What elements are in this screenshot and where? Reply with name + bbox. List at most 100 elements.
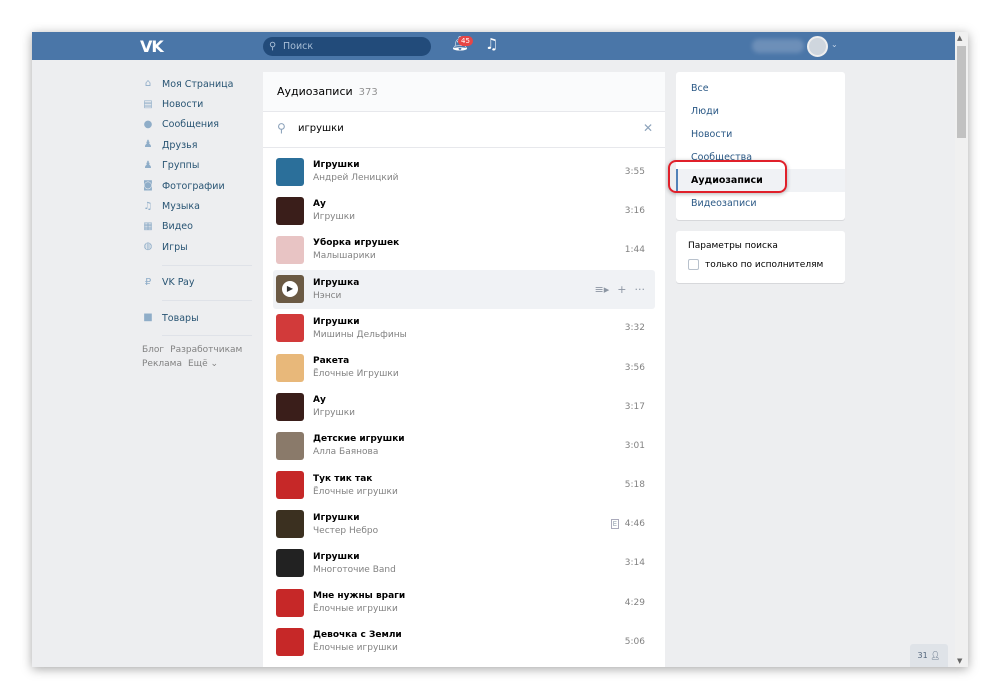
track-duration: 3:16 — [624, 205, 645, 216]
checkbox-box[interactable] — [688, 259, 699, 270]
track-artist[interactable]: Ёлочные игрушки — [313, 487, 398, 497]
nav-label: Моя Страница — [162, 78, 234, 90]
nav-item[interactable]: ◍ Игры — [142, 237, 252, 257]
track-artist[interactable]: Алла Баянова — [313, 447, 405, 457]
music-icon[interactable]: ♫ — [485, 35, 498, 53]
track-artist[interactable]: Игрушки — [313, 212, 355, 222]
scroll-up-icon[interactable]: ▲ — [957, 34, 962, 42]
link-blog[interactable]: Блог — [142, 345, 164, 355]
nav-item[interactable]: ▦ Видео — [142, 217, 252, 237]
album-cover[interactable] — [276, 235, 304, 264]
album-cover[interactable] — [276, 353, 304, 382]
nav-item[interactable]: ♫ Музыка — [142, 196, 252, 216]
track-row[interactable]: Ау Игрушки 3:16 — [273, 191, 655, 230]
track-artist[interactable]: Ёлочные игрушки — [313, 643, 402, 653]
album-cover[interactable]: ▶ — [276, 275, 304, 304]
track-duration: 1:44 — [624, 244, 645, 255]
user-name[interactable] — [752, 39, 804, 53]
track-artist[interactable]: Игрушки — [313, 408, 355, 418]
album-cover[interactable] — [276, 392, 304, 421]
track-artist[interactable]: Честер Небро — [313, 526, 378, 536]
track-title[interactable]: Уборка игрушек — [313, 238, 399, 248]
filter-tab[interactable]: Все — [676, 77, 845, 100]
scrollbar[interactable]: ▲ ▼ — [955, 32, 968, 667]
album-cover[interactable] — [276, 314, 304, 343]
only-artists-checkbox[interactable]: только по исполнителям — [688, 259, 833, 270]
scroll-down-icon[interactable]: ▼ — [957, 657, 962, 665]
search-input[interactable]: ⚲ Поиск — [263, 37, 431, 56]
track-title[interactable]: Игрушки — [313, 552, 396, 562]
track-artist[interactable]: Малышарики — [313, 251, 399, 261]
track-artist[interactable]: Мишины Дельфины — [313, 330, 407, 340]
play-next-icon[interactable]: ≡▸ — [595, 283, 610, 296]
track-row[interactable]: Игрушки Честер Небро E 4:46 — [273, 505, 655, 544]
filter-tab[interactable]: Видеозаписи — [676, 192, 845, 215]
clear-icon[interactable]: ✕ — [643, 121, 653, 135]
filter-tab[interactable]: Люди — [676, 100, 845, 123]
link-developers[interactable]: Разработчикам — [170, 345, 242, 355]
track-artist[interactable]: Андрей Леницкий — [313, 173, 399, 183]
play-icon[interactable]: ▶ — [282, 281, 298, 298]
nav-item[interactable]: ♟ Друзья — [142, 135, 252, 155]
nav-item-goods[interactable]: ■ Товары — [142, 308, 252, 328]
filter-tab[interactable]: Новости — [676, 123, 845, 146]
track-row[interactable]: ▶ Игрушка Нэнси ≡▸ + ··· — [273, 269, 655, 309]
track-artist[interactable]: Нэнси — [313, 291, 359, 301]
track-row[interactable]: Игрушки Многоточие Band 3:14 — [273, 544, 655, 583]
track-row[interactable]: Игрушки Андрей Леницкий 3:55 — [273, 152, 655, 191]
track-artist[interactable]: Ёлочные игрушки — [313, 604, 405, 614]
track-title[interactable]: Детские игрушки — [313, 434, 405, 444]
track-row[interactable]: Ау Игрушки 3:17 — [273, 387, 655, 426]
nav-item[interactable]: ● Сообщения — [142, 115, 252, 135]
album-cover[interactable] — [276, 588, 304, 617]
track-title[interactable]: Ау — [313, 395, 355, 405]
album-cover[interactable] — [276, 549, 304, 578]
track-title[interactable]: Мне нужны враги — [313, 591, 405, 601]
album-cover[interactable] — [276, 471, 304, 500]
track-artist[interactable]: Многоточие Band — [313, 565, 396, 575]
search-icon: ⚲ — [269, 41, 277, 52]
track-duration: 4:29 — [624, 597, 645, 608]
scroll-thumb[interactable] — [957, 46, 966, 138]
nav-icon: ♫ — [143, 200, 153, 212]
more-icon[interactable]: ··· — [635, 283, 646, 296]
explicit-badge: E — [610, 519, 619, 530]
track-row[interactable]: Уборка игрушек Малышарики 1:44 — [273, 230, 655, 269]
album-cover[interactable] — [276, 510, 304, 539]
nav-item[interactable]: ▤ Новости — [142, 94, 252, 114]
track-row[interactable]: Девочка с Земли Ёлочные игрушки 5:06 — [273, 622, 655, 661]
add-icon[interactable]: + — [617, 283, 626, 296]
track-list: Игрушки Андрей Леницкий 3:55 Ау Игрушки 3:… — [263, 148, 665, 665]
track-title[interactable]: Ракета — [313, 356, 399, 366]
nav-item[interactable]: ◙ Фотографии — [142, 176, 252, 196]
track-title[interactable]: Тук тик так — [313, 474, 398, 484]
audio-search-input[interactable]: ⚲ игрушки ✕ — [263, 112, 665, 148]
album-cover[interactable] — [276, 431, 304, 460]
chat-button[interactable]: 31 👤︎ — [910, 644, 948, 667]
track-title[interactable]: Игрушки — [313, 513, 378, 523]
avatar[interactable] — [807, 36, 828, 57]
nav-item-vkpay[interactable]: ₽ VK Pay — [142, 273, 252, 293]
link-more[interactable]: Ещё ⌄ — [188, 359, 218, 369]
link-ads[interactable]: Реклама — [142, 359, 182, 369]
album-cover[interactable] — [276, 157, 304, 186]
album-cover[interactable] — [276, 627, 304, 656]
nav-label: Фотографии — [162, 180, 225, 192]
track-artist[interactable]: Ёлочные Игрушки — [313, 369, 399, 379]
nav-item[interactable]: ♟ Группы — [142, 156, 252, 176]
track-row[interactable]: Тук тик так Ёлочные игрушки 5:18 — [273, 466, 655, 505]
track-title[interactable]: Игрушка — [313, 278, 359, 288]
track-row[interactable]: Детские игрушки Алла Баянова 3:01 — [273, 426, 655, 465]
track-row[interactable]: Мне нужны враги Ёлочные игрушки 4:29 — [273, 583, 655, 622]
track-row[interactable]: Игрушки Мишины Дельфины 3:32 — [273, 309, 655, 348]
album-cover[interactable] — [276, 196, 304, 225]
vk-logo[interactable]: VK — [140, 37, 164, 56]
track-title[interactable]: Игрушки — [313, 317, 407, 327]
chevron-down-icon[interactable]: ⌄ — [831, 40, 838, 49]
track-row[interactable]: Ракета Ёлочные Игрушки 3:56 — [273, 348, 655, 387]
track-title[interactable]: Девочка с Земли — [313, 630, 402, 640]
browser-window: VK ⚲Поиск 🔔︎ 45 ♫ ⌄ ⌂Моя Страница▤Новост… — [32, 32, 968, 667]
track-title[interactable]: Ау — [313, 199, 355, 209]
track-title[interactable]: Игрушки — [313, 160, 399, 170]
nav-item[interactable]: ⌂ Моя Страница — [142, 74, 252, 94]
